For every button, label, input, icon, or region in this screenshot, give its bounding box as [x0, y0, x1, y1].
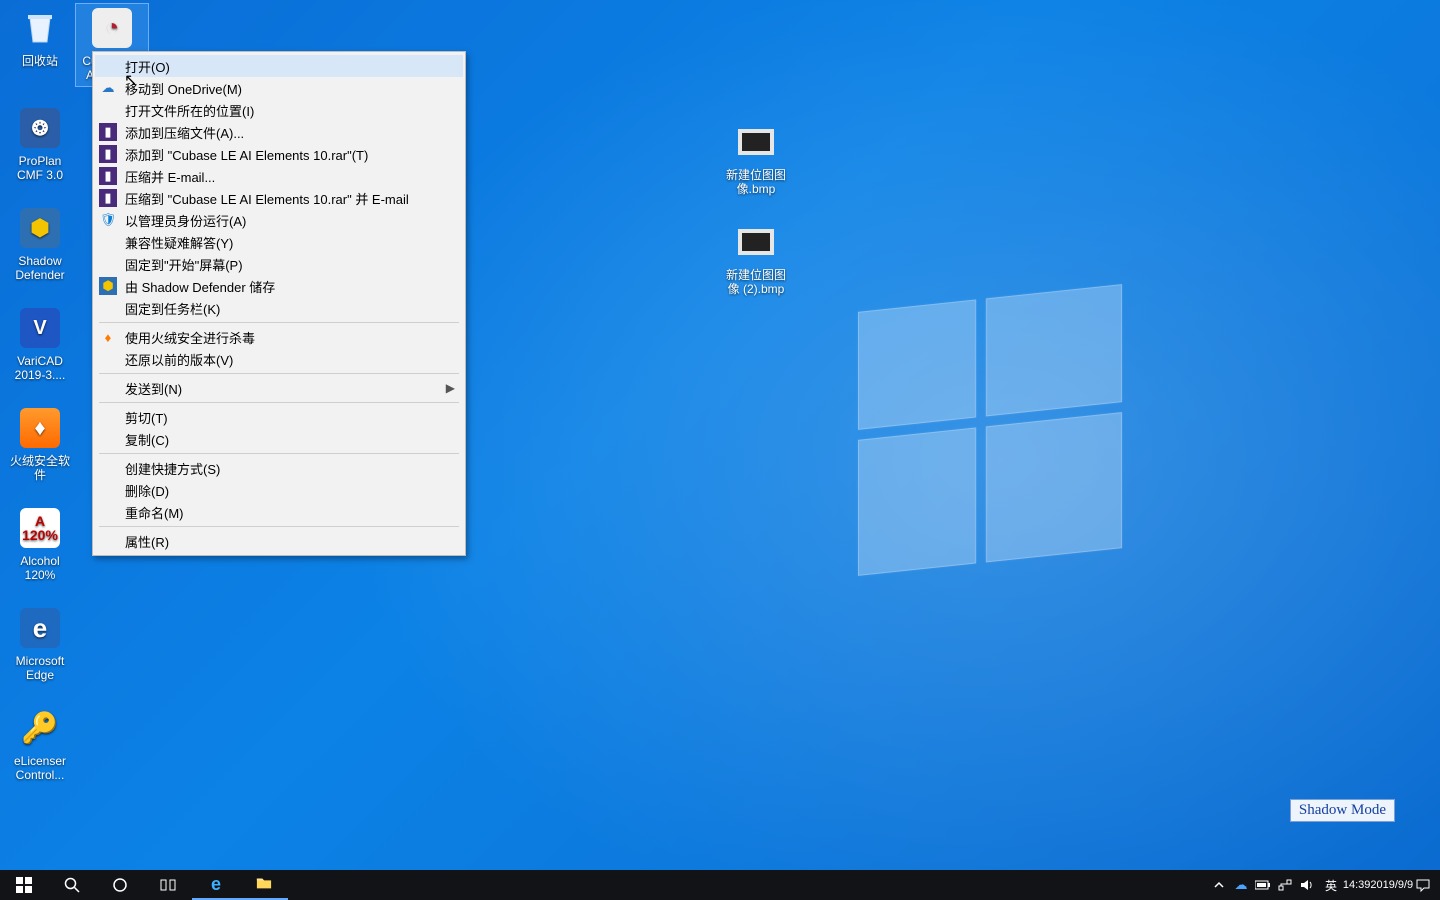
chevron-right-icon: ▶ — [446, 381, 455, 395]
desktop-icon-proplan[interactable]: ❂ ProPlan CMF 3.0 — [4, 104, 76, 186]
cubase-icon: ◔ — [90, 6, 134, 50]
varicad-icon: V — [18, 306, 62, 350]
tray-power-icon[interactable] — [1252, 870, 1274, 900]
winrar-icon: ▮ — [99, 145, 117, 163]
huorong-icon: ♦ — [18, 406, 62, 450]
tray-clock[interactable]: 14:39 2019/9/9 — [1344, 870, 1412, 900]
ctx-properties[interactable]: 属性(R) — [95, 530, 463, 552]
icon-label: 回收站 — [4, 54, 76, 72]
huorong-icon: ♦ — [99, 328, 117, 346]
ctx-separator — [99, 322, 459, 323]
tray-action-center-button[interactable] — [1412, 870, 1434, 900]
desktop-icon-alcohol[interactable]: A120% Alcohol 120% — [4, 504, 76, 586]
context-menu: 打开(O) ☁移动到 OneDrive(M) 打开文件所在的位置(I) ▮添加到… — [92, 51, 466, 556]
desktop-icon-huorong[interactable]: ♦ 火绒安全软件 — [4, 404, 76, 486]
tray-onedrive-icon[interactable]: ☁ — [1230, 870, 1252, 900]
shadow-defender-icon: ⬢ — [18, 206, 62, 250]
search-button[interactable] — [48, 870, 96, 900]
ctx-shortcut[interactable]: 创建快捷方式(S) — [95, 457, 463, 479]
folder-icon — [256, 875, 272, 894]
ctx-separator — [99, 402, 459, 403]
icon-label: ProPlan CMF 3.0 — [4, 154, 76, 186]
cortana-button[interactable] — [96, 870, 144, 900]
icon-label: eLicenser Control... — [4, 754, 76, 786]
tray-time: 14:39 — [1343, 879, 1371, 892]
taskbar-file-explorer[interactable] — [240, 870, 288, 900]
ctx-huorong-scan[interactable]: ♦使用火绒安全进行杀毒 — [95, 326, 463, 348]
ctx-send-to[interactable]: 发送到(N)▶ — [95, 377, 463, 399]
winrar-icon: ▮ — [99, 167, 117, 185]
tray-overflow-button[interactable] — [1208, 870, 1230, 900]
recycle-bin-icon — [18, 6, 62, 50]
desktop-icon-varicad[interactable]: V VariCAD 2019-3.... — [4, 304, 76, 386]
icon-label: VariCAD 2019-3.... — [4, 354, 76, 386]
winrar-icon: ▮ — [99, 189, 117, 207]
ctx-separator — [99, 526, 459, 527]
ctx-open[interactable]: 打开(O) — [95, 55, 463, 77]
taskbar: e ☁ 英 14:39 2019/9/9 — [0, 870, 1440, 900]
ctx-restore-prev[interactable]: 还原以前的版本(V) — [95, 348, 463, 370]
winrar-icon: ▮ — [99, 123, 117, 141]
taskbar-edge[interactable]: e — [192, 870, 240, 900]
icon-label: Shadow Defender — [4, 254, 76, 286]
icon-label: 火绒安全软件 — [4, 454, 76, 486]
tray-ime-indicator[interactable]: 英 — [1318, 870, 1344, 900]
ctx-shadow-save[interactable]: ⬢由 Shadow Defender 储存 — [95, 275, 463, 297]
bmp-icon — [734, 120, 778, 164]
ctx-pin-taskbar[interactable]: 固定到任务栏(K) — [95, 297, 463, 319]
ctx-delete[interactable]: 删除(D) — [95, 479, 463, 501]
windows-logo-wallpaper — [858, 284, 1122, 576]
desktop-icon-edge[interactable]: e Microsoft Edge — [4, 604, 76, 686]
start-button[interactable] — [0, 870, 48, 900]
onedrive-icon: ☁ — [99, 79, 117, 97]
alcohol-icon: A120% — [18, 506, 62, 550]
elicenser-icon: 🔑 — [18, 706, 62, 750]
desktop-icon-elicenser[interactable]: 🔑 eLicenser Control... — [4, 704, 76, 786]
show-desktop-button[interactable] — [1434, 870, 1440, 900]
icon-label: Alcohol 120% — [4, 554, 76, 586]
bmp-icon — [734, 220, 778, 264]
task-view-button[interactable] — [144, 870, 192, 900]
proplan-icon: ❂ — [18, 106, 62, 150]
shadow-mode-watermark: Shadow Mode — [1290, 799, 1395, 822]
ctx-run-admin[interactable]: 🛡以管理员身份运行(A) — [95, 209, 463, 231]
edge-icon: e — [211, 874, 221, 895]
tray-volume-icon[interactable] — [1296, 870, 1318, 900]
desktop-icon-recycle-bin[interactable]: 回收站 — [4, 4, 76, 72]
system-tray: ☁ 英 14:39 2019/9/9 — [1208, 870, 1440, 900]
ctx-compat[interactable]: 兼容性疑难解答(Y) — [95, 231, 463, 253]
desktop-icon-bmp1[interactable]: 新建位图图像.bmp — [720, 118, 792, 200]
tray-date: 2019/9/9 — [1370, 879, 1413, 892]
icon-label: Microsoft Edge — [4, 654, 76, 686]
ctx-pin-start[interactable]: 固定到"开始"屏幕(P) — [95, 253, 463, 275]
uac-shield-icon: 🛡 — [99, 211, 117, 229]
ctx-separator — [99, 373, 459, 374]
ctx-rar-email[interactable]: ▮压缩并 E-mail... — [95, 165, 463, 187]
ctx-open-location[interactable]: 打开文件所在的位置(I) — [95, 99, 463, 121]
edge-icon: e — [18, 606, 62, 650]
icon-label: 新建位图图像.bmp — [720, 168, 792, 200]
ctx-copy[interactable]: 复制(C) — [95, 428, 463, 450]
desktop-icon-bmp2[interactable]: 新建位图图像 (2).bmp — [720, 218, 792, 300]
ctx-cut[interactable]: 剪切(T) — [95, 406, 463, 428]
ctx-rar-add[interactable]: ▮添加到压缩文件(A)... — [95, 121, 463, 143]
tray-network-icon[interactable] — [1274, 870, 1296, 900]
ctx-separator — [99, 453, 459, 454]
ctx-rar-add-named[interactable]: ▮添加到 "Cubase LE AI Elements 10.rar"(T) — [95, 143, 463, 165]
desktop[interactable]: 回收站 ◔ Cubase LE AI Elem... ❂ ProPlan CMF… — [0, 0, 1440, 870]
desktop-icon-shadow-defender[interactable]: ⬢ Shadow Defender — [4, 204, 76, 286]
ctx-rename[interactable]: 重命名(M) — [95, 501, 463, 523]
icon-label: 新建位图图像 (2).bmp — [720, 268, 792, 300]
shadow-defender-icon: ⬢ — [99, 277, 117, 295]
ctx-move-onedrive[interactable]: ☁移动到 OneDrive(M) — [95, 77, 463, 99]
ctx-rar-email-named[interactable]: ▮压缩到 "Cubase LE AI Elements 10.rar" 并 E-… — [95, 187, 463, 209]
